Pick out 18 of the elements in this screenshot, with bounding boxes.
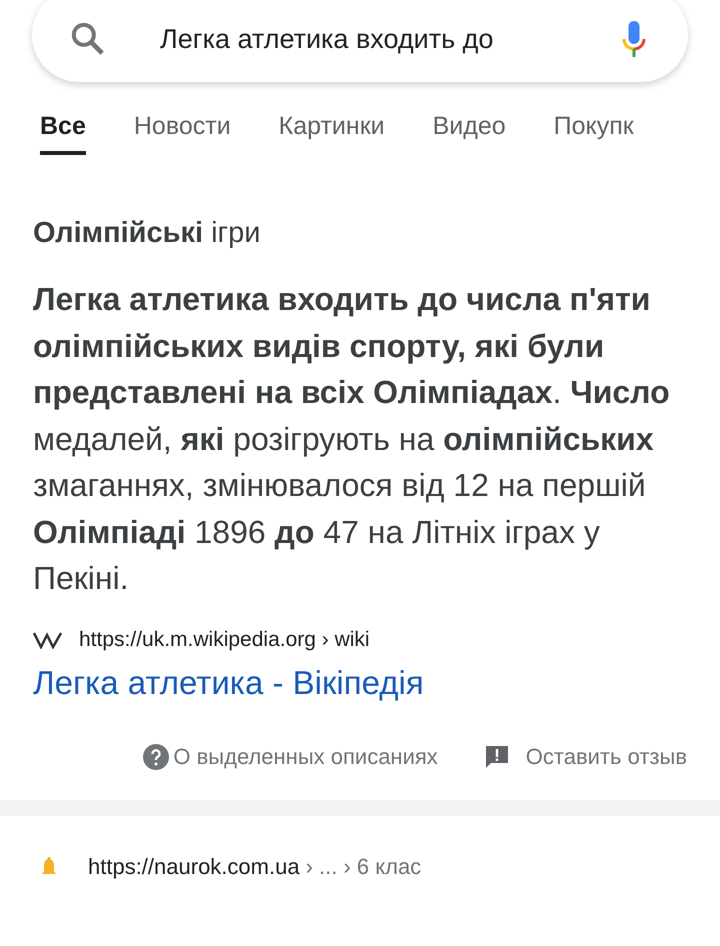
feedback-link[interactable]: Оставить отзыв [484, 744, 687, 770]
snippet-text: Легка атлетика входить до числа п'яти олімпійських видів спорту, які були представлені на всіх Олімпіадах. Число медалей, які розігрують на олімпійських змаганнях, змінювалося від 12 на першій Олімпіаді 1896 до 47 на Літніх іграх у Пекіні. [33, 280, 671, 598]
result-title-link[interactable]: Легка атлетика - Вікіпедія [33, 664, 424, 702]
snippet-heading: Олімпійські ігри [33, 217, 262, 250]
tab[interactable]: Все [40, 106, 86, 155]
zigzag-logo-icon [33, 630, 63, 648]
help-icon [143, 744, 170, 770]
search-bar[interactable]: Легка атлетика входить до [32, 0, 688, 82]
tab[interactable]: Картинки [278, 106, 385, 155]
search-query[interactable]: Легка атлетика входить до [160, 24, 620, 54]
tab[interactable]: Видео [432, 106, 506, 155]
result-url: https://naurok.com.ua [88, 854, 300, 880]
tab[interactable]: Новости [134, 106, 231, 155]
breadcrumb: › ... › 6 клас [306, 854, 422, 880]
tab[interactable]: Покупк [554, 106, 634, 155]
source-url: https://uk.m.wikipedia.org › wiki [79, 628, 370, 652]
about-snippets-link[interactable]: О выделенных описаниях [143, 744, 438, 770]
feedback-icon [484, 744, 510, 770]
